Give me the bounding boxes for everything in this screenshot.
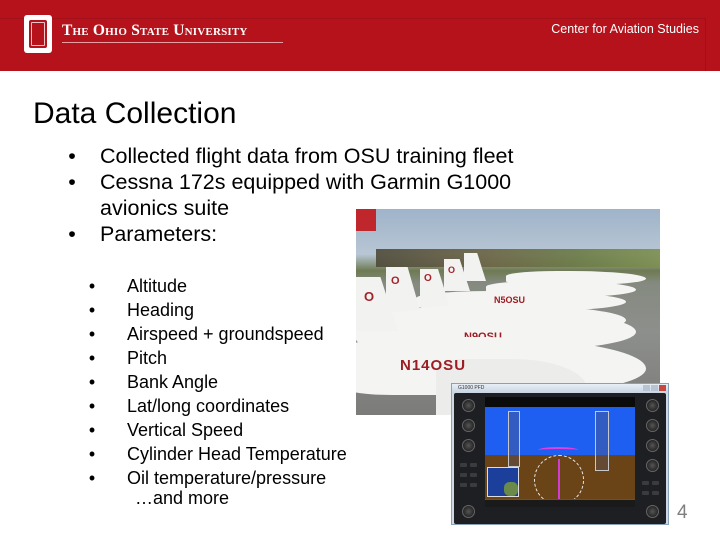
parameter-text: Airspeed + groundspeed	[127, 324, 324, 344]
bullet-item: • Cessna 172s equipped with Garmin G1000	[65, 169, 513, 195]
aircraft-registration: N14OSU	[400, 357, 467, 374]
header-banner: The Ohio State University Center for Avi…	[0, 0, 720, 71]
aircraft-symbol-icon	[538, 447, 578, 453]
softkey-bar	[485, 499, 635, 507]
parameter-text: Oil temperature/pressure	[127, 468, 327, 488]
airspeed-tape	[508, 411, 520, 467]
tail-o-mark: O	[448, 265, 456, 275]
parameter-item: • Cylinder Head Temperature	[87, 442, 347, 466]
altitude-tape	[595, 411, 609, 471]
knob-icon	[646, 419, 659, 432]
bullet-dot-icon: •	[88, 276, 96, 296]
course-needle-icon	[558, 459, 560, 501]
bullet-dot-icon: •	[88, 372, 96, 392]
bullet-dot-icon: •	[68, 144, 76, 168]
parameter-text: Bank Angle	[127, 372, 219, 392]
knob-icon	[462, 399, 475, 412]
parameter-list: • Altitude • Heading • Airspeed + groundspe…	[87, 274, 347, 490]
tail-o-mark: O	[391, 275, 400, 287]
pfd-screen	[485, 397, 635, 507]
bullet-text: Cessna 172s equipped with Garmin G1000	[100, 170, 512, 194]
knob-icon	[462, 505, 475, 518]
tail-o-mark: O	[424, 273, 432, 284]
bullet-dot-icon: •	[68, 170, 76, 194]
and-more-text: …and more	[135, 488, 230, 508]
parameter-text: Cylinder Head Temperature	[127, 444, 347, 464]
parameter-text: Vertical Speed	[127, 420, 244, 440]
parameter-item: • Airspeed + groundspeed	[87, 322, 347, 346]
bullet-dot-icon: •	[88, 300, 96, 320]
bullet-item: • Collected flight data from OSU training…	[65, 143, 513, 169]
knob-icon	[646, 439, 659, 452]
bullet-dot-icon: •	[88, 396, 96, 416]
bullet-dot-icon: •	[88, 444, 96, 464]
university-wordmark: The Ohio State University	[62, 22, 248, 39]
parameter-item: • Lat/long coordinates	[87, 394, 347, 418]
g1000-pfd-window: G1000 PFD	[451, 383, 669, 525]
fbo-sign	[356, 209, 376, 231]
parameter-text: Heading	[127, 300, 195, 320]
bullet-dot-icon: •	[88, 420, 96, 440]
aircraft-registration: N5OSU	[494, 295, 526, 305]
block-o-logo-icon	[24, 15, 52, 53]
bullet-text: Parameters:	[100, 222, 218, 246]
window-title: G1000 PFD	[458, 385, 485, 391]
parameter-item: • Oil temperature/pressure	[87, 466, 347, 490]
unit-name: Center for Aviation Studies	[551, 22, 699, 36]
knob-icon	[462, 419, 475, 432]
wordmark-underline	[62, 42, 283, 43]
parameter-item: • Altitude	[87, 274, 347, 298]
treeline	[376, 249, 660, 267]
parameter-item: • Bank Angle	[87, 370, 347, 394]
parameter-item: • Pitch	[87, 346, 347, 370]
parameter-text: Altitude	[127, 276, 188, 296]
knob-icon	[646, 505, 659, 518]
bullet-dot-icon: •	[88, 468, 96, 488]
inset-map	[487, 467, 519, 497]
maximize-icon	[651, 385, 658, 391]
knob-icon	[462, 439, 475, 452]
tail-o-mark: O	[364, 289, 375, 304]
close-icon	[659, 385, 666, 391]
parameter-text: Lat/long coordinates	[127, 396, 290, 416]
window-titlebar: G1000 PFD	[452, 384, 668, 393]
bullet-dot-icon: •	[88, 324, 96, 344]
g1000-bezel	[454, 393, 666, 524]
bullet-dot-icon: •	[88, 348, 96, 368]
parameter-item: • Vertical Speed	[87, 418, 347, 442]
bullet-text: avionics suite	[100, 196, 230, 220]
slide-title: Data Collection	[33, 97, 237, 130]
parameter-text: Pitch	[127, 348, 168, 368]
bullet-text: Collected flight data from OSU training …	[100, 144, 514, 168]
bullet-dot-icon: •	[68, 222, 76, 246]
knob-icon	[646, 459, 659, 472]
knob-icon	[646, 399, 659, 412]
minimize-icon	[643, 385, 650, 391]
parameter-item: • Heading	[87, 298, 347, 322]
page-number: 4	[677, 502, 688, 523]
